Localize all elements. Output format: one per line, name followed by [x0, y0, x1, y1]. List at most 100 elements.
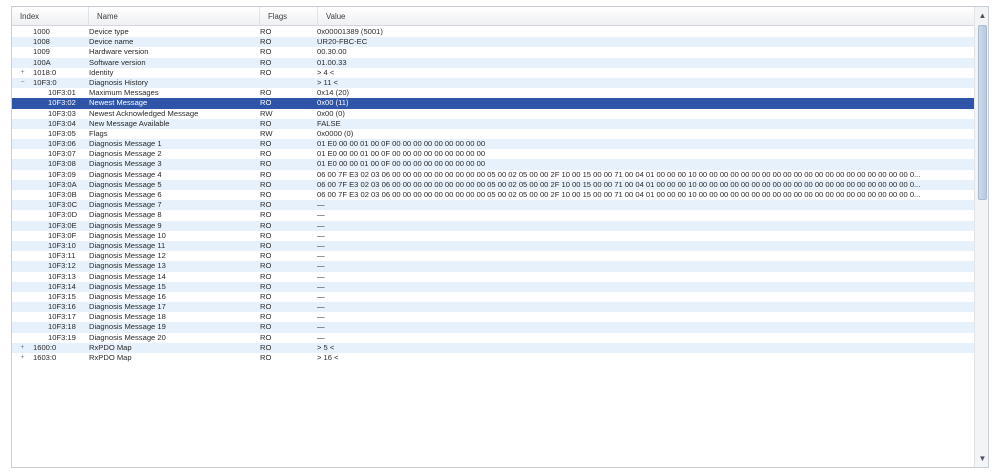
table-row[interactable]: +1018:0 Identity RO > 4 < [12, 68, 974, 78]
column-header-name[interactable]: Name [89, 7, 260, 26]
expand-icon[interactable]: + [19, 354, 26, 362]
row-index-cell: 10F3:19 [12, 333, 84, 343]
table-row[interactable]: 10F3:16 Diagnosis Message 17 RO — [12, 302, 974, 313]
row-flags: RO [260, 353, 272, 362]
table-row[interactable]: 10F3:06 Diagnosis Message 1 RO 01 E0 00 00 … [12, 139, 974, 150]
table-row[interactable]: 10F3:19 Diagnosis Message 20 RO — [12, 333, 974, 343]
row-flags: RO [260, 88, 272, 98]
table-row[interactable]: 10F3:0E Diagnosis Message 9 RO — [12, 220, 974, 231]
vertical-scrollbar[interactable]: ▲ ▼ [974, 7, 988, 467]
row-index: 1000 [33, 27, 50, 36]
row-name: Diagnosis Message 14 [89, 271, 166, 281]
table-row[interactable]: 10F3:08 Diagnosis Message 3 RO 01 E0 00 00 … [12, 159, 974, 170]
row-flags: RO [260, 179, 272, 189]
row-index-cell: 1008 [12, 37, 84, 47]
row-index: 10F3:0D [48, 210, 78, 220]
scrollbar-thumb[interactable] [978, 25, 987, 200]
row-flags: RO [260, 271, 272, 281]
row-index-cell: 10F3:12 [12, 261, 84, 271]
table-row[interactable]: 1000 Device type RO 0x00001389 (5001) [12, 27, 974, 37]
table-row[interactable]: 100A Software version RO 01.00.33 [12, 57, 974, 68]
row-index-cell: −10F3:0 [12, 78, 84, 88]
table-row[interactable]: 1008 Device name RO UR20-FBC-EC [12, 37, 974, 48]
table-row[interactable]: 1009 Hardware version RO 00.30.00 [12, 47, 974, 57]
row-name: Software version [89, 57, 146, 67]
row-index-cell: 10F3:09 [12, 170, 84, 180]
table-row[interactable]: 10F3:0D Diagnosis Message 8 RO — [12, 210, 974, 220]
table-row[interactable]: 10F3:11 Diagnosis Message 12 RO — [12, 251, 974, 261]
table-row[interactable]: 10F3:0B Diagnosis Message 6 RO 06 00 7F E3 … [12, 190, 974, 200]
row-name: Identity [89, 67, 114, 77]
row-index-cell: 1000 [12, 27, 84, 37]
expand-icon[interactable]: + [19, 69, 26, 77]
row-value: 06 00 7F E3 02 03 06 00 00 00 00 00 00 0… [317, 179, 921, 189]
collapse-icon[interactable]: − [19, 79, 26, 87]
table-row[interactable]: 10F3:04 New Message Available RO FALSE [12, 118, 974, 129]
table-row[interactable]: 10F3:18 Diagnosis Message 19 RO — [12, 322, 974, 333]
row-flags: RO [260, 210, 272, 220]
row-index: 10F3:05 [48, 128, 76, 138]
table-row[interactable]: 10F3:09 Diagnosis Message 4 RO 06 00 7F E3 … [12, 170, 974, 180]
column-header-flags[interactable]: Flags [260, 7, 318, 26]
table-row[interactable]: 10F3:0C Diagnosis Message 7 RO — [12, 200, 974, 211]
row-index-cell: 10F3:14 [12, 282, 84, 292]
table-row[interactable]: 10F3:01 Maximum Messages RO 0x14 (20) [12, 88, 974, 98]
row-index: 1603:0 [33, 353, 57, 362]
table-row[interactable]: 10F3:13 Diagnosis Message 14 RO — [12, 272, 974, 282]
row-value: 0x14 (20) [317, 88, 350, 98]
row-index: 10F3:19 [48, 332, 76, 342]
table-row[interactable]: 10F3:14 Diagnosis Message 15 RO — [12, 281, 974, 292]
row-flags: RO [260, 302, 272, 312]
table-row[interactable]: 10F3:05 Flags RW 0x0000 (0) [12, 129, 974, 139]
row-index-cell: 10F3:16 [12, 302, 84, 312]
table-row[interactable]: −10F3:0 Diagnosis History > 11 < [12, 77, 974, 89]
table-row[interactable]: 10F3:17 Diagnosis Message 18 RO — [12, 312, 974, 322]
row-index: 10F3:08 [48, 159, 76, 169]
table-row[interactable]: 10F3:03 Newest Acknowledged Message RW 0x00… [12, 109, 974, 119]
expand-icon[interactable]: + [19, 344, 26, 352]
row-value: > 11 < [317, 77, 338, 87]
table-row[interactable]: 10F3:02 Newest Message RO 0x00 (11) [12, 98, 974, 109]
row-name: RxPDO Map [89, 342, 132, 352]
table-row[interactable]: +1603:0 RxPDO Map RO > 16 < [12, 353, 974, 363]
table-row[interactable]: 10F3:15 Diagnosis Message 16 RO — [12, 292, 974, 302]
row-flags: RO [260, 139, 272, 149]
table-row[interactable]: 10F3:10 Diagnosis Message 11 RO — [12, 240, 974, 252]
row-index-cell: 10F3:18 [12, 322, 84, 332]
row-index: 10F3:13 [48, 271, 76, 281]
row-index: 1008 [33, 37, 50, 47]
row-index-cell: 10F3:03 [12, 109, 84, 119]
table-row[interactable]: 10F3:0A Diagnosis Message 5 RO 06 00 7F E3 … [12, 179, 974, 190]
row-value: 06 00 7F E3 02 03 06 00 00 00 00 00 00 0… [317, 190, 921, 199]
row-value: — [317, 322, 325, 332]
row-index-cell: 10F3:0B [12, 190, 84, 200]
row-index: 10F3:01 [48, 88, 76, 98]
row-index: 10F3:0E [48, 220, 77, 230]
row-value: — [317, 200, 325, 210]
table-row[interactable]: 10F3:07 Diagnosis Message 2 RO 01 E0 00 00 … [12, 149, 974, 159]
row-value: UR20-FBC-EC [317, 37, 368, 47]
table-row[interactable]: 10F3:0F Diagnosis Message 10 RO — [12, 231, 974, 241]
row-flags: RO [260, 322, 272, 332]
row-flags: RW [260, 108, 273, 118]
table-row[interactable]: 10F3:12 Diagnosis Message 13 RO — [12, 261, 974, 272]
row-index-cell: 10F3:13 [12, 272, 84, 282]
chevron-down-icon[interactable]: ▼ [976, 452, 988, 465]
row-flags: RO [260, 190, 272, 199]
row-index: 10F3:12 [48, 261, 76, 271]
row-index-cell: +1600:0 [12, 343, 84, 353]
row-index: 1018:0 [33, 67, 57, 77]
column-header-value[interactable]: Value [318, 7, 974, 26]
row-index: 10F3:18 [48, 322, 76, 332]
row-name: Diagnosis Message 12 [89, 251, 166, 261]
row-name: Flags [89, 128, 108, 138]
row-flags: RW [260, 128, 273, 138]
row-value: — [317, 240, 325, 250]
table-row[interactable]: +1600:0 RxPDO Map RO > 5 < [12, 342, 974, 353]
row-flags: RO [260, 57, 272, 67]
column-header-index[interactable]: Index [12, 7, 89, 26]
row-name: Diagnosis Message 19 [89, 322, 166, 332]
row-index: 10F3:09 [48, 169, 76, 179]
row-index: 10F3:07 [48, 149, 76, 159]
chevron-up-icon[interactable]: ▲ [976, 9, 988, 22]
